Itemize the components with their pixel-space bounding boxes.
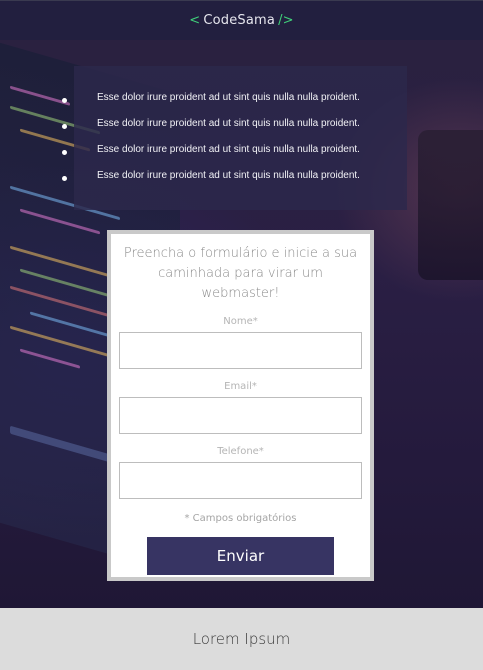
form-title: Preencha o formulário e inicie a sua cam… <box>123 246 358 301</box>
required-fields-note: * Campos obrigatórios <box>184 513 297 524</box>
bullet-icon <box>62 98 67 103</box>
footer-text: Lorem Ipsum <box>192 630 291 648</box>
list-item: Esse dolor irure proident ad ut sint qui… <box>62 144 407 170</box>
email-label: Email* <box>224 381 257 392</box>
list-item-text: Esse dolor irure proident ad ut sint qui… <box>97 92 360 103</box>
name-label: Nome* <box>223 316 258 327</box>
phone-label: Telefone* <box>217 446 264 457</box>
list-item-text: Esse dolor irure proident ad ut sint qui… <box>97 118 360 129</box>
coffee-cup-image <box>418 130 483 280</box>
bullet-icon <box>62 150 67 155</box>
bullet-icon <box>62 124 67 129</box>
logo-close-bracket: /> <box>278 13 294 28</box>
bullet-icon <box>62 176 67 181</box>
logo-open-bracket: < <box>189 13 201 28</box>
list-item-text: Esse dolor irure proident ad ut sint qui… <box>97 170 360 181</box>
logo-name: CodeSama <box>203 13 276 28</box>
footer: Lorem Ipsum <box>0 608 483 670</box>
submit-button[interactable]: Enviar <box>147 537 334 575</box>
email-field[interactable] <box>119 397 362 434</box>
list-item: Esse dolor irure proident ad ut sint qui… <box>62 92 407 118</box>
feature-list-panel: Esse dolor irure proident ad ut sint qui… <box>62 66 407 210</box>
list-item: Esse dolor irure proident ad ut sint qui… <box>62 170 407 196</box>
top-nav-bar: < CodeSama/> <box>0 0 483 40</box>
list-item: Esse dolor irure proident ad ut sint qui… <box>62 118 407 144</box>
signup-form: Preencha o formulário e inicie a sua cam… <box>107 230 374 581</box>
name-field[interactable] <box>119 332 362 369</box>
list-item-text: Esse dolor irure proident ad ut sint qui… <box>97 144 360 155</box>
feature-list: Esse dolor irure proident ad ut sint qui… <box>62 66 407 196</box>
phone-field[interactable] <box>119 462 362 499</box>
logo[interactable]: < CodeSama/> <box>189 13 294 28</box>
